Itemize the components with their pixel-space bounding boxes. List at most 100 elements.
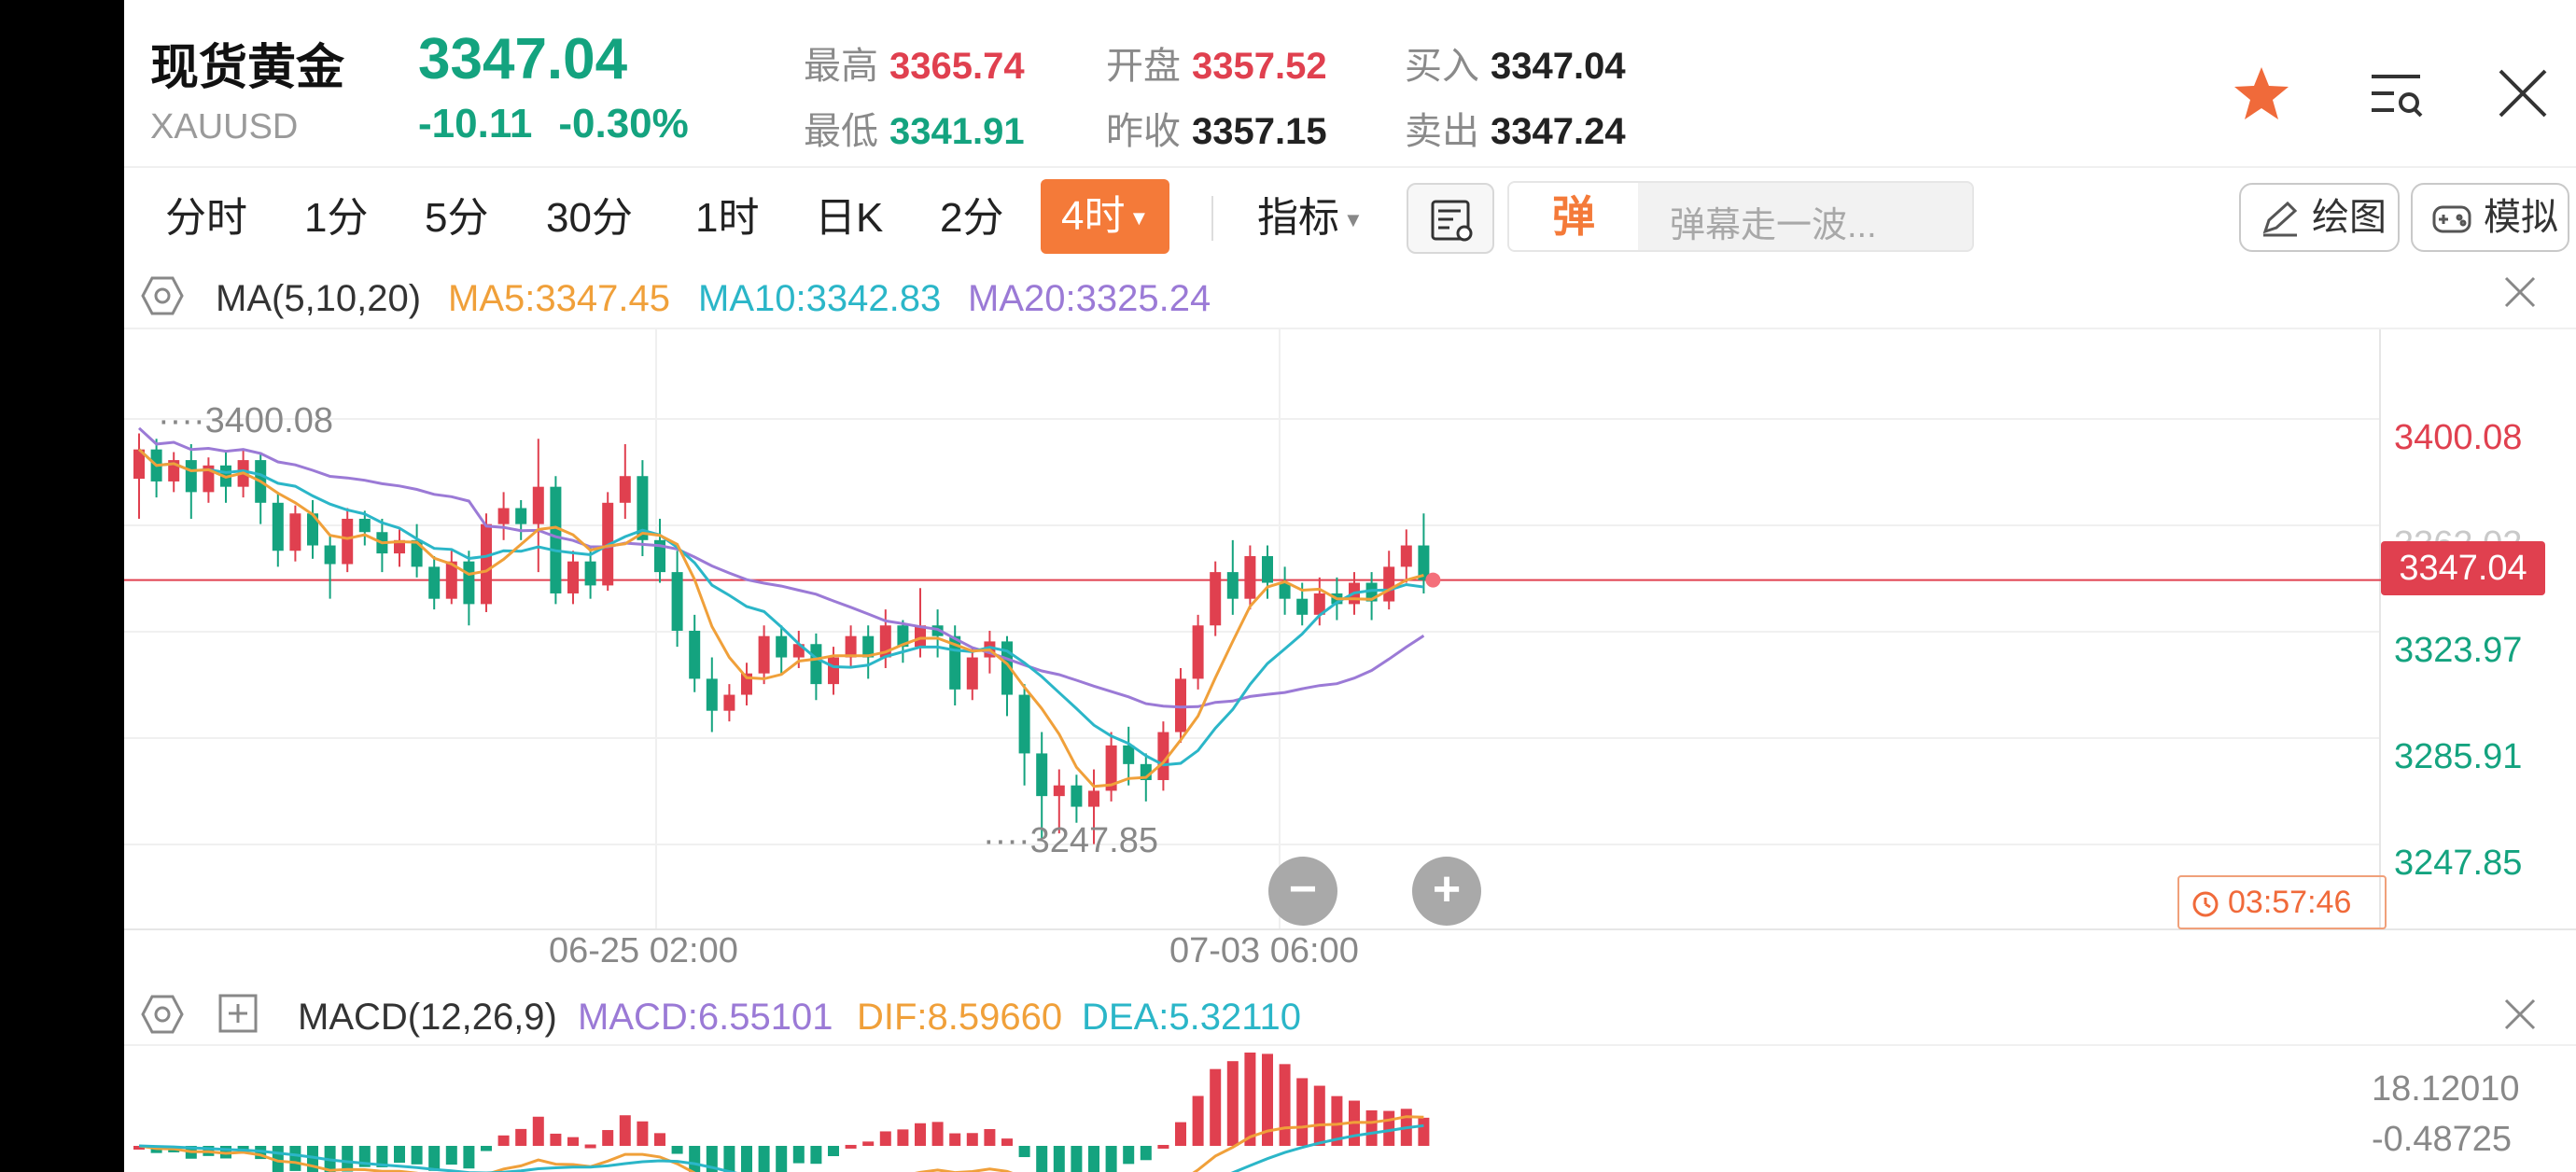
simulate-button[interactable]: 模拟 bbox=[2411, 183, 2569, 252]
macd-bar bbox=[984, 1129, 996, 1146]
star-icon[interactable] bbox=[2232, 63, 2291, 123]
candle-body bbox=[307, 513, 318, 546]
close-macd-icon[interactable] bbox=[2500, 995, 2540, 1043]
macd-bar bbox=[862, 1141, 875, 1146]
macd-bar bbox=[272, 1146, 284, 1172]
candle-body bbox=[1226, 572, 1239, 599]
candle-body bbox=[220, 465, 231, 487]
chart-settings-button[interactable] bbox=[1407, 183, 1494, 254]
macd-bar bbox=[654, 1133, 665, 1146]
candle-body bbox=[828, 657, 839, 685]
buy-stat: 买入 3347.04 bbox=[1405, 35, 1626, 90]
macd-bar bbox=[1105, 1146, 1117, 1172]
macd-bar bbox=[255, 1146, 267, 1160]
candle-body bbox=[1001, 641, 1013, 695]
candle-body bbox=[1105, 745, 1117, 791]
macd-bar bbox=[497, 1135, 510, 1146]
candle-body bbox=[428, 566, 441, 599]
macd-bar bbox=[1140, 1146, 1152, 1161]
danmu-input[interactable]: 弹 弹幕走一波... bbox=[1507, 181, 1974, 252]
indicator-dropdown[interactable]: 指标 ▼ bbox=[1257, 188, 1364, 248]
macd-bar bbox=[376, 1146, 388, 1167]
low-label: 最低 bbox=[804, 111, 878, 152]
tab-2min[interactable]: 2分 bbox=[940, 188, 1003, 248]
candle-body bbox=[741, 673, 752, 695]
candle-body bbox=[358, 518, 371, 533]
macd-bar bbox=[185, 1146, 197, 1159]
candle-body bbox=[654, 539, 665, 573]
ma10-value: MA10:3342.83 bbox=[698, 278, 942, 319]
simulate-label: 模拟 bbox=[2484, 197, 2558, 238]
candle-body bbox=[1088, 790, 1099, 807]
macd-bar bbox=[1123, 1146, 1135, 1165]
macd-bar bbox=[723, 1146, 735, 1172]
low-marker-dots: ···· bbox=[983, 821, 1030, 860]
countdown-timer: 03:57:46 bbox=[2177, 875, 2387, 929]
pencil-icon bbox=[2262, 201, 2298, 237]
candle-body bbox=[394, 539, 405, 554]
macd-bar bbox=[879, 1131, 891, 1146]
tab-fenshi[interactable]: 分时 bbox=[165, 188, 247, 248]
macd-bar bbox=[463, 1146, 475, 1169]
candle-body bbox=[168, 460, 180, 481]
settings-list-icon[interactable] bbox=[2366, 63, 2426, 123]
macd-bar bbox=[445, 1146, 457, 1165]
macd-bar bbox=[1418, 1117, 1430, 1146]
macd-settings-icon[interactable] bbox=[141, 993, 184, 1045]
macd-bar bbox=[584, 1144, 596, 1149]
ma10-line bbox=[137, 448, 1424, 767]
prev-close-value: 3357.15 bbox=[1192, 111, 1327, 152]
candle-body bbox=[1210, 572, 1222, 626]
candle-body bbox=[984, 641, 996, 658]
macd-bar bbox=[1383, 1110, 1395, 1146]
candle-body bbox=[1418, 545, 1430, 580]
high-marker-dots: ···· bbox=[158, 401, 205, 440]
draw-button[interactable]: 绘图 bbox=[2239, 183, 2400, 252]
zoom-in-button[interactable]: + bbox=[1412, 857, 1481, 926]
draw-label: 绘图 bbox=[2312, 197, 2387, 238]
macd-bar bbox=[1331, 1095, 1343, 1146]
candle-body bbox=[376, 532, 388, 554]
macd-bar bbox=[289, 1146, 301, 1171]
candle-body bbox=[879, 625, 891, 658]
candle-body bbox=[1071, 785, 1083, 807]
tab-30min[interactable]: 30分 bbox=[546, 188, 633, 248]
ma-settings-icon[interactable] bbox=[141, 274, 184, 327]
open-stat: 开盘 3357.52 bbox=[1106, 35, 1327, 90]
macd-bar bbox=[689, 1146, 701, 1172]
clock-icon bbox=[2192, 891, 2219, 917]
tab-daily-k[interactable]: 日K bbox=[815, 188, 883, 248]
macd-bar bbox=[1053, 1146, 1065, 1172]
close-icon[interactable] bbox=[2493, 63, 2553, 123]
candle-body bbox=[1244, 555, 1256, 599]
macd-bar bbox=[1036, 1146, 1048, 1172]
chevron-down-icon: ▼ bbox=[1128, 206, 1150, 230]
tab-1hour[interactable]: 1时 bbox=[695, 188, 759, 248]
buy-value: 3347.04 bbox=[1491, 46, 1626, 87]
high-label: 最高 bbox=[804, 46, 878, 87]
candle-body bbox=[862, 635, 875, 658]
zoom-out-button[interactable]: − bbox=[1268, 857, 1337, 926]
danmu-toggle[interactable]: 弹 bbox=[1509, 183, 1638, 250]
candle-body bbox=[1383, 566, 1395, 602]
last-price: 3347.04 bbox=[418, 27, 628, 91]
tab-4hour-active[interactable]: 4时 ▼ bbox=[1041, 179, 1170, 254]
candle-body bbox=[481, 523, 492, 605]
close-ma-icon[interactable] bbox=[2500, 272, 2540, 321]
macd-bar bbox=[845, 1144, 857, 1149]
macd-name: MACD(12,26,9) bbox=[298, 997, 557, 1038]
ma-lines bbox=[137, 426, 1425, 788]
add-indicator-icon[interactable] bbox=[217, 993, 259, 1043]
candle-body bbox=[792, 644, 805, 658]
price-change: -10.11 -0.30% bbox=[418, 101, 715, 147]
open-label: 开盘 bbox=[1106, 46, 1181, 87]
app-window: 现货黄金 XAUUSD 3347.04 -10.11 -0.30% 最高 3365.… bbox=[124, 0, 2576, 1172]
high-stat: 最高 3365.74 bbox=[804, 35, 1025, 90]
candle-body bbox=[931, 625, 944, 636]
tab-1min[interactable]: 1分 bbox=[304, 188, 368, 248]
macd-bar bbox=[776, 1146, 788, 1172]
tab-5min[interactable]: 5分 bbox=[425, 188, 488, 248]
candle-body bbox=[237, 460, 249, 487]
macd-bar bbox=[1071, 1146, 1083, 1172]
candle-body bbox=[1018, 694, 1030, 754]
